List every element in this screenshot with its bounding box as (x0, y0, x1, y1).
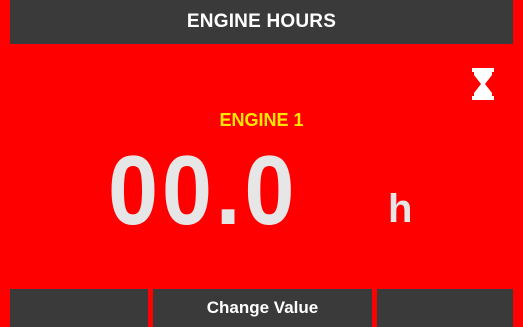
softkey-bar: Change Value (10, 289, 513, 327)
engine-hours-unit: h (388, 187, 413, 231)
page-title: ENGINE HOURS (186, 11, 337, 32)
softkey-right[interactable] (377, 289, 513, 327)
change-value-button[interactable]: Change Value (153, 289, 372, 327)
engine-label: ENGINE 1 (219, 110, 304, 130)
engine-hours-readout: 00.0 h (0, 140, 523, 240)
hourglass-icon (472, 68, 494, 100)
engine-hours-value: 00.0 (108, 135, 299, 245)
engine-hours-screen: ENGINE HOURS ENGINE 1 00.0 h Change Valu… (0, 0, 523, 327)
title-bar: ENGINE HOURS (10, 0, 513, 44)
softkey-left[interactable] (10, 289, 148, 327)
